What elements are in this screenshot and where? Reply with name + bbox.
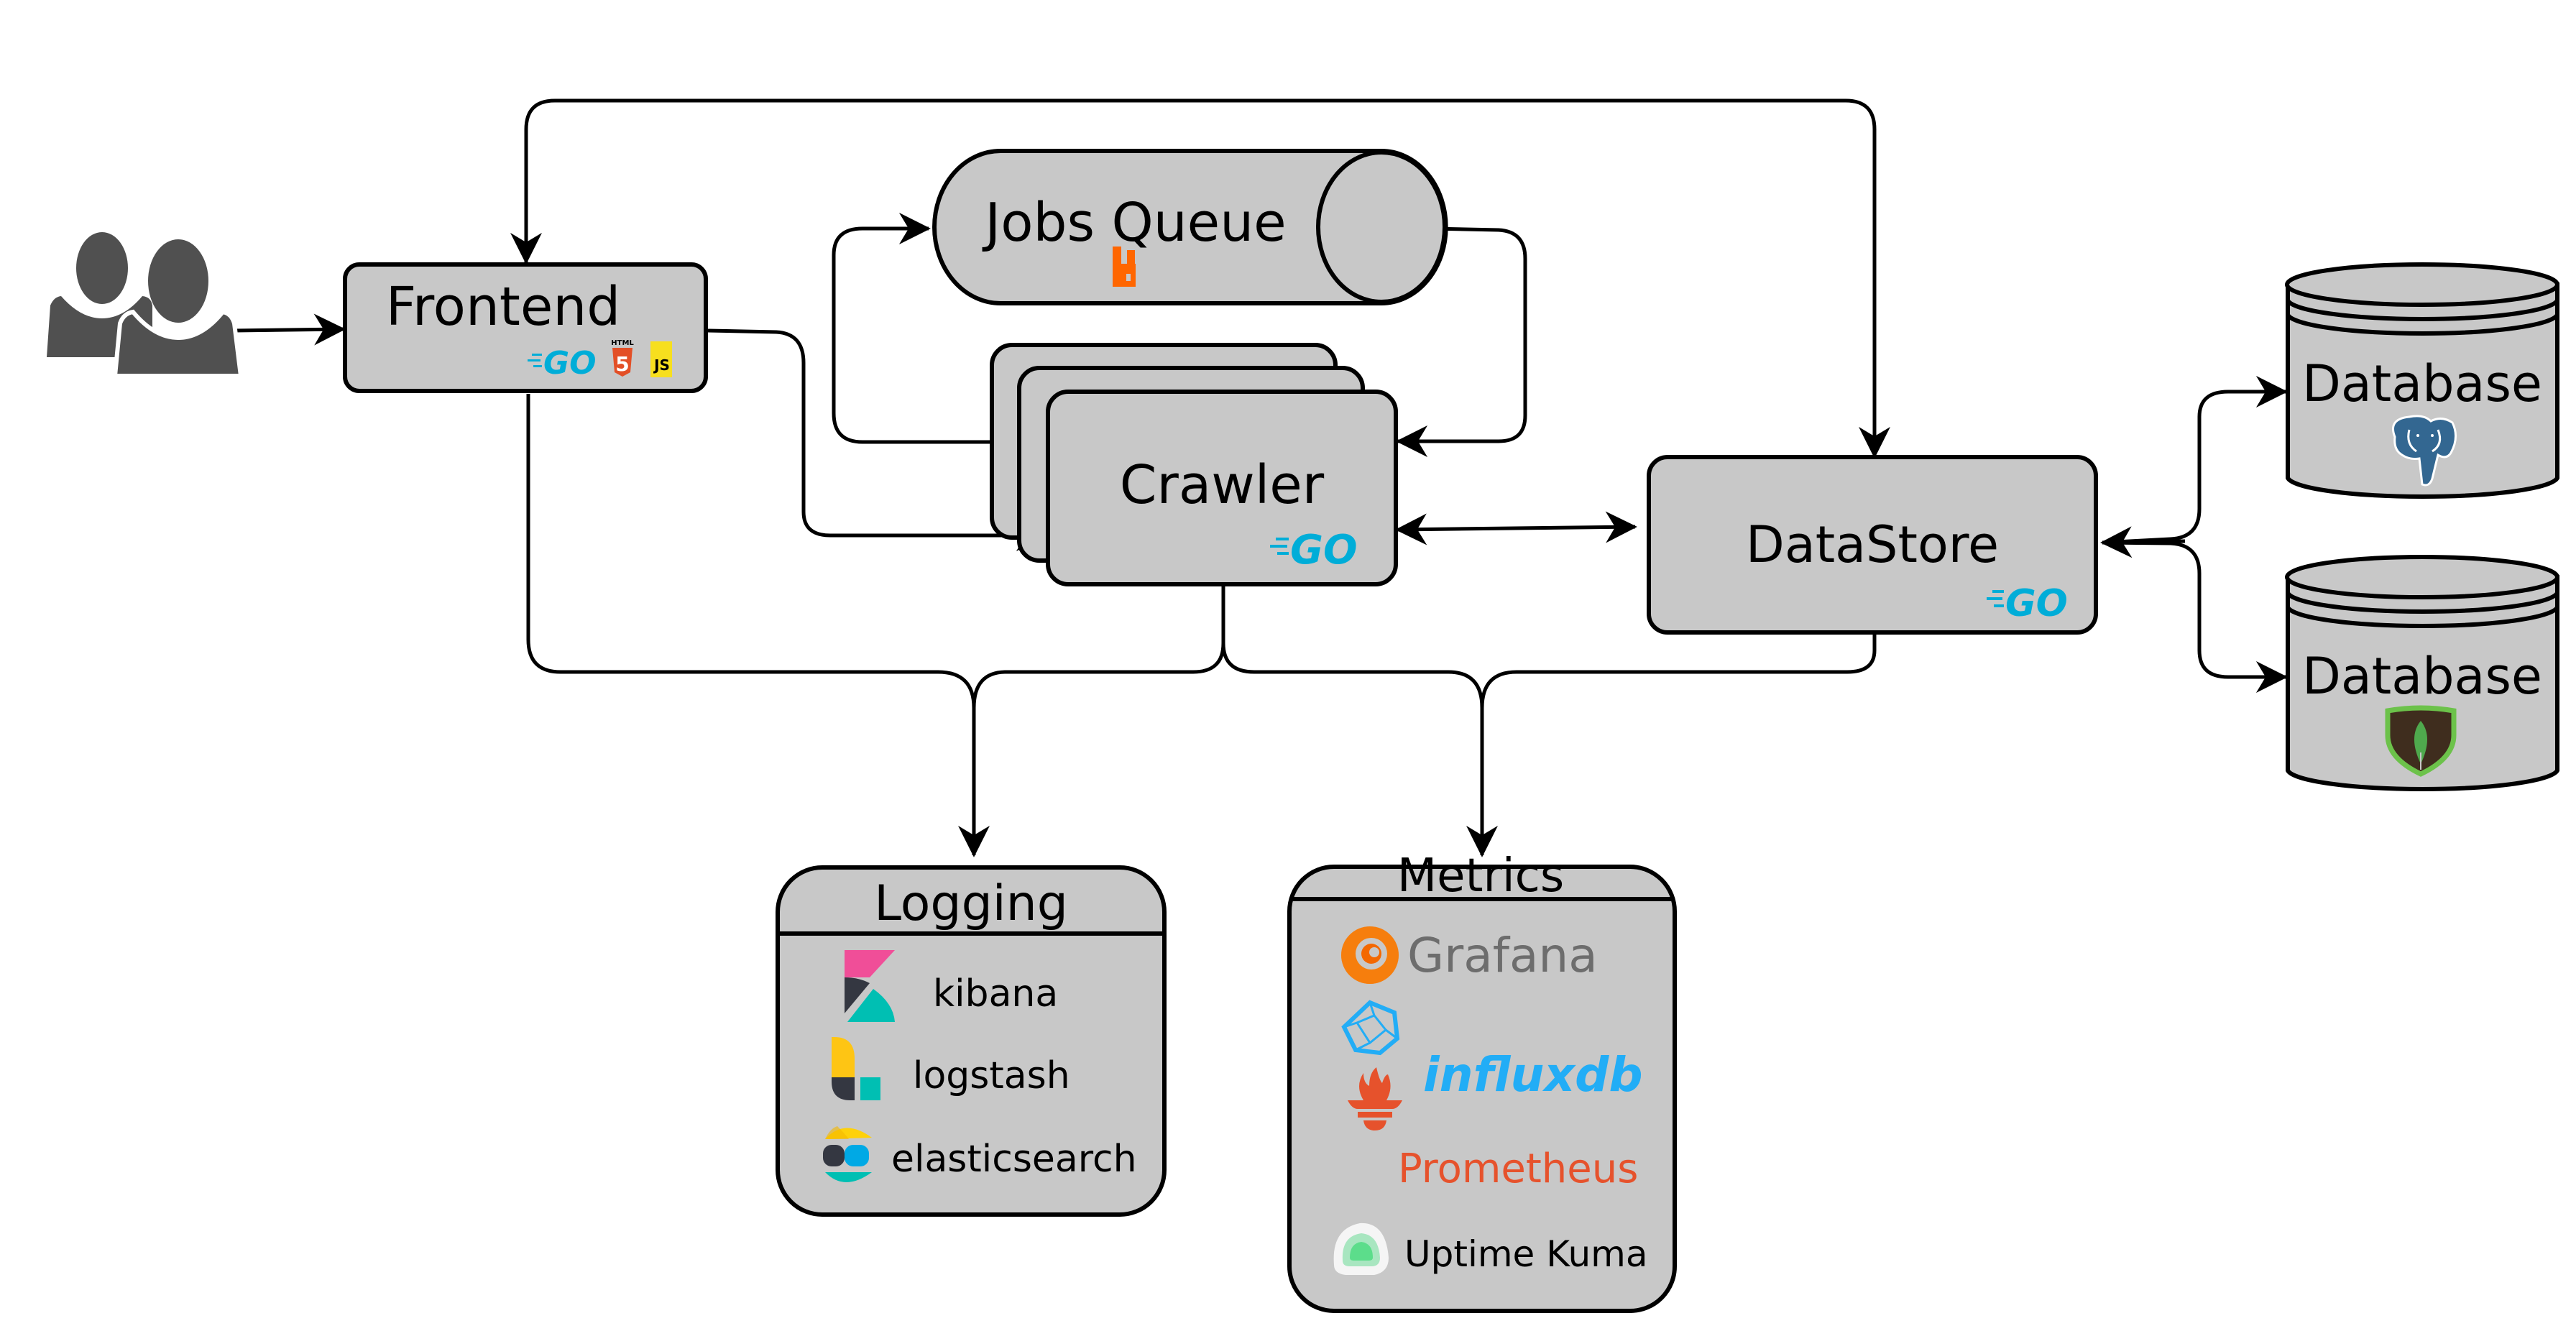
frontend-label: Frontend — [386, 276, 621, 338]
edge-crawler-logging — [972, 586, 1225, 709]
uptime-kuma-label: Uptime Kuma — [1404, 1233, 1648, 1275]
edge-users-frontend — [233, 313, 346, 346]
database-postgres-node[interactable]: Database — [2285, 262, 2559, 499]
architecture-diagram: Frontend GO HTML 5 JS Jobs Queue Crawler… — [47, 98, 2559, 1313]
datastore-label: DataStore — [1746, 515, 1999, 574]
edge-frontend-logging — [526, 394, 990, 857]
database-mongo-node[interactable]: Database — [2285, 555, 2559, 791]
crawler-label: Crawler — [1120, 454, 1325, 516]
edge-datastore-metrics — [1480, 635, 1877, 709]
svg-text:HTML: HTML — [611, 339, 634, 347]
javascript-logo: JS — [650, 341, 672, 377]
elasticsearch-logo — [823, 1126, 872, 1182]
svg-text:JS: JS — [653, 356, 670, 374]
edge-crawler-metrics — [1221, 643, 1498, 857]
logging-title: Logging — [874, 875, 1068, 932]
svg-text:5: 5 — [615, 352, 629, 376]
users-icon — [47, 232, 244, 378]
edge-datastore-database-mongo — [2102, 540, 2288, 693]
jobs-queue-label: Jobs Queue — [982, 192, 1286, 254]
jobs-queue-node[interactable]: Jobs Queue — [932, 149, 1448, 305]
database-mongo-label: Database — [2302, 647, 2542, 706]
elasticsearch-label: elasticsearch — [891, 1138, 1137, 1181]
grafana-logo — [1341, 926, 1399, 984]
datastore-node[interactable]: DataStore GO — [1647, 455, 2098, 635]
prometheus-label: Prometheus — [1398, 1146, 1638, 1192]
edge-crawler-datastore — [1395, 511, 1637, 545]
svg-text:GO: GO — [543, 345, 597, 382]
crawler-node[interactable]: Crawler GO — [990, 343, 1398, 586]
metrics-title: Metrics — [1397, 849, 1564, 903]
metrics-panel[interactable]: Metrics Grafana influxdb Prometheus Upti… — [1287, 849, 1677, 1313]
svg-text:GO: GO — [1290, 527, 1358, 574]
influxdb-label: influxdb — [1423, 1047, 1643, 1102]
edge-datastore-database-postgres — [2102, 376, 2288, 545]
kibana-label: kibana — [933, 972, 1058, 1015]
grafana-label: Grafana — [1407, 928, 1598, 983]
edge-databases-datastore — [2100, 526, 2186, 558]
frontend-node[interactable]: Frontend GO HTML 5 JS — [343, 262, 708, 393]
svg-text:GO: GO — [2005, 582, 2068, 625]
logging-panel[interactable]: Logging kibana logstash elasticsearch — [776, 865, 1167, 1217]
logstash-label: logstash — [913, 1054, 1070, 1097]
database-postgres-label: Database — [2302, 354, 2542, 413]
